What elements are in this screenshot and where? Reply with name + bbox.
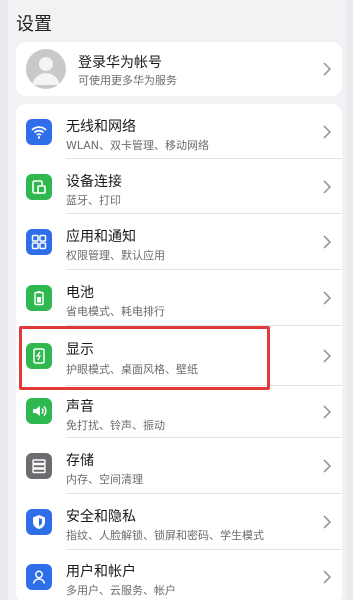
settings-item-wireless-network[interactable]: 无线和网络 WLAN、双卡管理、移动网络: [16, 104, 342, 159]
chevron-right-icon: [323, 515, 332, 529]
chevron-right-icon: [323, 570, 332, 584]
settings-item-title: 声音: [66, 399, 94, 415]
display-icon: [26, 343, 52, 369]
settings-item-display[interactable]: 显示 护眼模式、桌面风格、壁纸: [16, 326, 342, 386]
settings-item-device-connection[interactable]: 设备连接 蓝牙、打印: [16, 159, 342, 214]
sound-icon: [26, 398, 52, 424]
chevron-right-icon: [323, 180, 332, 194]
shield-icon: [26, 509, 52, 535]
settings-item-subtitle: 蓝牙、打印: [66, 194, 121, 207]
settings-item-subtitle: 内存、空间清理: [66, 473, 143, 486]
chevron-right-icon: [323, 459, 332, 473]
settings-item-users-accounts[interactable]: 用户和帐户 多用户、云服务、帐户: [16, 550, 342, 600]
apps-icon: [26, 229, 52, 255]
settings-item-apps-notifications[interactable]: 应用和通知 权限管理、默认应用: [16, 214, 342, 270]
avatar-silhouette-icon: [32, 57, 60, 85]
wifi-icon: [26, 119, 52, 145]
chevron-right-icon: [323, 62, 332, 76]
settings-item-title: 电池: [66, 285, 94, 301]
chevron-right-icon: [323, 291, 332, 305]
settings-item-security-privacy[interactable]: 安全和隐私 指纹、人脸解锁、锁屏和密码、学生模式: [16, 494, 342, 550]
account-title: 登录华为帐号: [78, 55, 162, 71]
settings-item-storage[interactable]: 存储 内存、空间清理: [16, 438, 342, 494]
settings-item-sound[interactable]: 声音 免打扰、铃声、振动: [16, 386, 342, 438]
settings-item-subtitle: 指纹、人脸解锁、锁屏和密码、学生模式: [66, 529, 264, 542]
settings-item-title: 设备连接: [66, 174, 122, 190]
settings-item-subtitle: 权限管理、默认应用: [66, 249, 165, 262]
chevron-right-icon: [323, 405, 332, 419]
settings-item-title: 无线和网络: [66, 119, 136, 135]
chevron-right-icon: [323, 349, 332, 363]
settings-item-battery[interactable]: 电池 省电模式、耗电排行: [16, 270, 342, 326]
settings-item-title: 安全和隐私: [66, 509, 136, 525]
settings-item-title: 用户和帐户: [66, 564, 136, 580]
page-title: 设置: [16, 14, 52, 35]
settings-item-title: 应用和通知: [66, 229, 136, 245]
settings-item-subtitle: 护眼模式、桌面风格、壁纸: [66, 363, 198, 376]
settings-item-title: 存储: [66, 453, 94, 469]
chevron-right-icon: [323, 125, 332, 139]
settings-item-subtitle: 省电模式、耗电排行: [66, 305, 165, 318]
settings-item-subtitle: 免打扰、铃声、振动: [66, 419, 165, 432]
settings-item-subtitle: 多用户、云服务、帐户: [66, 584, 176, 597]
user-icon: [26, 564, 52, 590]
settings-item-subtitle: WLAN、双卡管理、移动网络: [66, 139, 210, 152]
account-subtitle: 可使用更多华为服务: [78, 74, 177, 87]
device-connection-icon: [26, 174, 52, 200]
chevron-right-icon: [323, 235, 332, 249]
avatar: [26, 49, 66, 89]
settings-screen: 设置 登录华为帐号 可使用更多华为服务 无线和网络 WLAN、双卡管理、移动网络…: [8, 0, 346, 600]
account-card[interactable]: 登录华为帐号 可使用更多华为服务: [16, 42, 342, 96]
storage-icon: [26, 453, 52, 479]
settings-list: 无线和网络 WLAN、双卡管理、移动网络 设备连接 蓝牙、打印 应用和通知 权限…: [16, 104, 342, 600]
settings-item-title: 显示: [66, 342, 94, 358]
battery-icon: [26, 285, 52, 311]
